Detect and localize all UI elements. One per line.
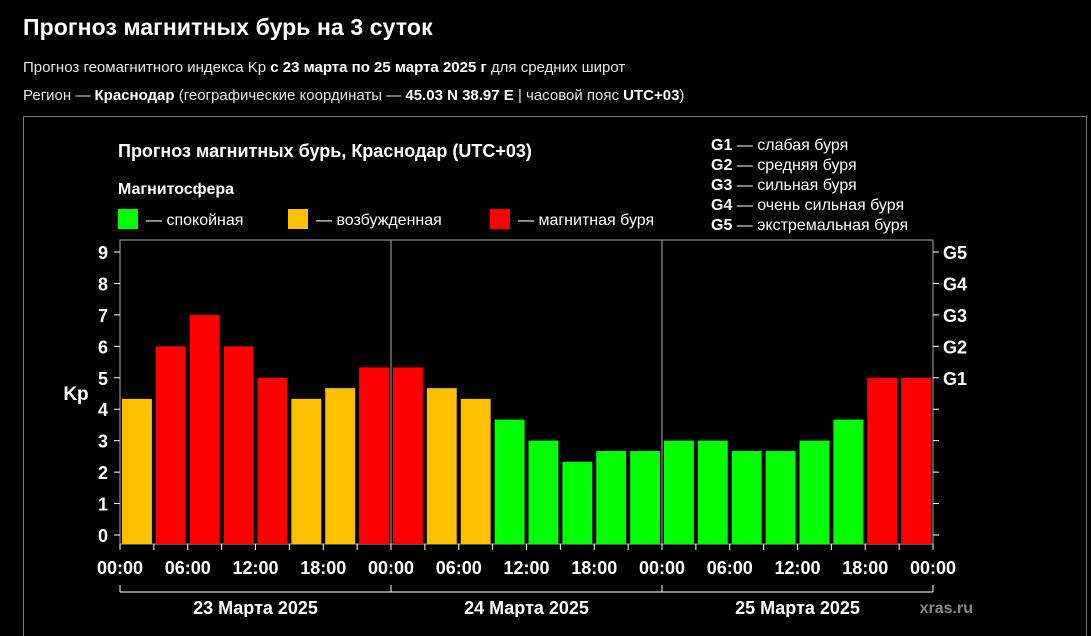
kp-bar [731,451,762,544]
g-scale-code: G4 [711,197,732,214]
legend-title: Магнитосфера [118,181,234,198]
g-scale-item-G3: G3 — сильная буря [711,177,857,194]
kp-bar [901,377,931,544]
x-tick-label: 12:00 [774,558,820,578]
chart-title: Прогноз магнитных бурь, Краснодар (UTC+0… [118,141,532,161]
kp-bar [426,388,457,544]
kp-bar [189,314,220,544]
x-tick-label: 18:00 [571,558,617,578]
x-tick-label: 18:00 [300,558,346,578]
y-tick-label: 1 [98,495,108,515]
x-tick-label: 00:00 [368,558,414,578]
y-tick-label: 7 [98,306,108,326]
kp-bar [528,440,559,544]
kp-bar [562,461,593,544]
kp-bar [494,419,525,544]
x-tick-label: 06:00 [707,558,753,578]
g-scale-code: G1 [711,137,732,154]
watermark: xras.ru [920,600,973,617]
legend-label-excited: — возбужденная [316,212,442,229]
g-scale-code: G3 [711,177,732,194]
kp-bar [867,377,898,544]
y-tick-label: 9 [98,243,108,263]
g-scale-item-G1: G1 — слабая буря [711,137,848,154]
kp-bar [697,440,728,544]
kp-bar [630,451,660,544]
x-tick-label: 18:00 [842,558,888,578]
y-tick-label: 4 [98,400,108,420]
g-scale-code: G5 [711,217,732,234]
kp-bar [155,346,186,544]
right-tick-label: G4 [943,274,967,294]
right-tick-label: G2 [943,337,967,357]
y-tick-label: 5 [98,369,108,389]
g-scale-text: — слабая буря [732,137,848,154]
x-tick-label: 00:00 [639,558,685,578]
x-tick-label: 00:00 [97,558,143,578]
y-axis-label: Kp [63,384,88,405]
y-tick-label: 8 [98,274,108,294]
g-scale-text: — экстремальная буря [732,217,908,234]
y-tick-label: 2 [98,463,108,483]
day-label: 23 Марта 2025 [193,598,318,617]
legend-swatch-storm [490,209,510,229]
y-tick-label: 6 [98,337,108,357]
g-scale-text: — очень сильная буря [732,197,904,214]
g-scale-text: — средняя буря [732,157,856,174]
g-scale-code: G2 [711,157,732,174]
g-scale-text: — сильная буря [732,177,856,194]
kp-bar [799,440,830,544]
day-label: 24 Марта 2025 [464,598,589,617]
kp-bar [223,346,254,544]
legend-swatch-excited [288,209,308,229]
x-tick-label: 06:00 [165,558,211,578]
g-scale-item-G5: G5 — экстремальная буря [711,217,908,234]
legend-label-storm: — магнитная буря [518,212,654,229]
kp-bar [325,388,356,544]
day-label: 25 Марта 2025 [735,598,860,617]
x-tick-label: 12:00 [503,558,549,578]
kp-bar [460,398,491,544]
kp-bar [291,398,322,544]
kp-bar [359,367,389,544]
y-tick-label: 0 [98,526,108,546]
legend-swatch-quiet [118,209,138,229]
kp-bar [833,419,864,544]
right-tick-label: G3 [943,306,967,326]
x-tick-label: 06:00 [436,558,482,578]
kp-bar [765,451,796,544]
right-tick-label: G5 [943,243,967,263]
legend-label-quiet: — спокойная [146,212,243,229]
g-scale-item-G2: G2 — средняя буря [711,157,857,174]
x-tick-label: 12:00 [232,558,278,578]
kp-bar [122,398,152,544]
kp-bar [257,377,288,544]
right-tick-label: G1 [943,369,967,389]
kp-bar [393,367,423,544]
y-tick-label: 3 [98,432,108,452]
x-tick-label: 00:00 [910,558,956,578]
kp-chart: Прогноз магнитных бурь, Краснодар (UTC+0… [63,137,973,617]
kp-bar [664,440,694,544]
kp-bar [596,451,627,544]
g-scale-item-G4: G4 — очень сильная буря [711,197,904,214]
